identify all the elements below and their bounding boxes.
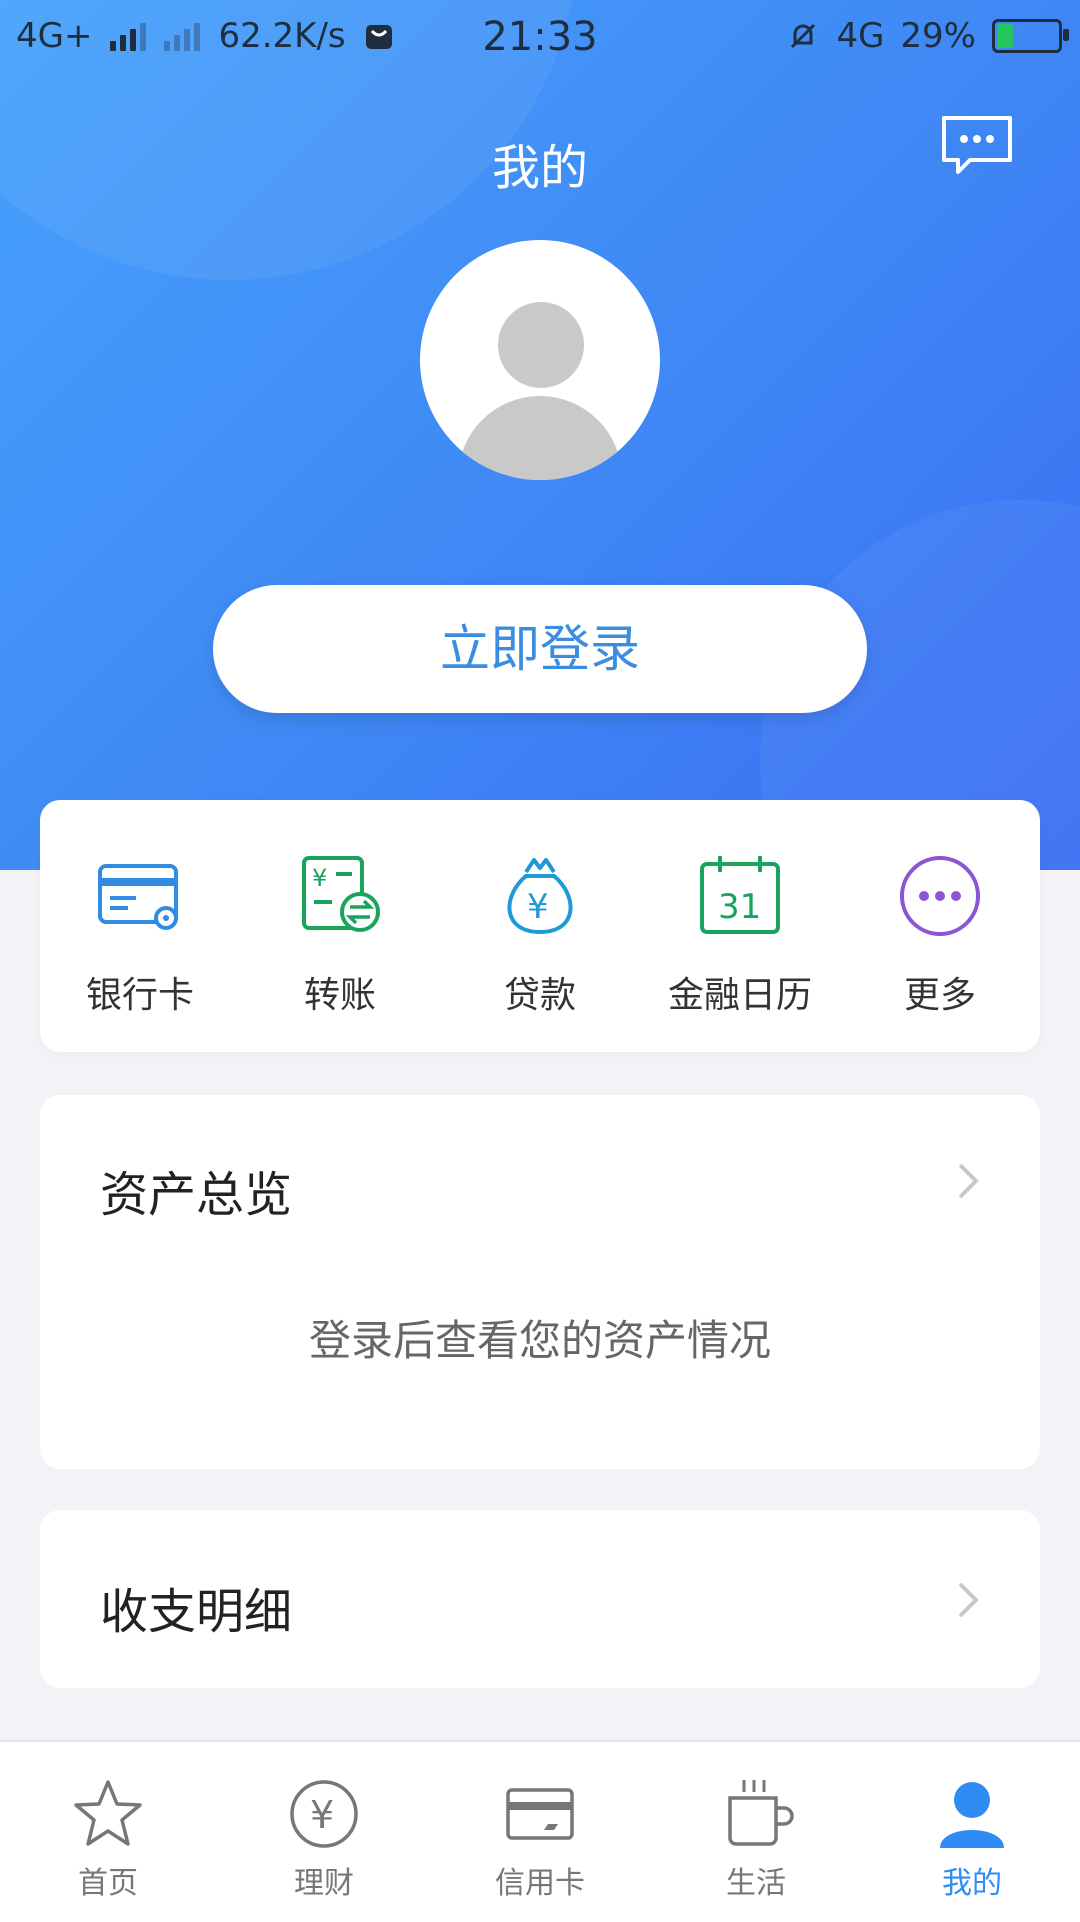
star-icon	[74, 1780, 142, 1846]
coffee-cup-icon	[728, 1780, 794, 1846]
tab-label: 信用卡	[495, 1866, 585, 1901]
quick-actions-card: 银行卡 ¥ 转账 ¥ 贷款 31 金融日历 更多	[40, 800, 1040, 1052]
asset-overview-note: 登录后查看您的资产情况	[308, 1316, 771, 1365]
tab-label: 理财	[294, 1866, 354, 1901]
quick-action-label: 更多	[903, 975, 976, 1016]
network-type-2: 4G	[836, 16, 885, 56]
chevron-right-icon	[958, 1582, 979, 1618]
tab-label: 我的	[942, 1866, 1002, 1901]
transfer-icon: ¥	[302, 856, 380, 932]
chevron-right-icon	[958, 1163, 979, 1199]
svg-text:¥: ¥	[312, 864, 327, 892]
quick-action-loan[interactable]: ¥ 贷款	[460, 852, 620, 1018]
person-icon	[940, 1782, 1004, 1848]
quick-action-bank-card[interactable]: 银行卡	[60, 852, 220, 1018]
tab-wealth[interactable]: ¥ 理财	[216, 1742, 432, 1922]
svg-text:¥: ¥	[527, 887, 549, 927]
status-bar: 4G+ 62.2K/s 21:33 4G 29%	[0, 0, 1080, 72]
bank-card-icon	[98, 864, 178, 930]
tab-life[interactable]: 生活	[648, 1742, 864, 1922]
asset-overview-title: 资产总览	[100, 1167, 293, 1223]
quick-action-more[interactable]: 更多	[860, 852, 1020, 1018]
calendar-icon: 31	[700, 856, 780, 934]
income-expense-card[interactable]: 收支明细	[40, 1510, 1040, 1688]
tab-home[interactable]: 首页	[0, 1742, 216, 1922]
more-icon	[900, 856, 980, 936]
quick-action-label: 金融日历	[667, 975, 812, 1016]
battery-percent: 29%	[900, 16, 976, 56]
quick-action-calendar[interactable]: 31 金融日历	[660, 852, 820, 1018]
credit-card-icon	[506, 1788, 574, 1840]
battery-icon	[992, 19, 1069, 53]
calendar-day: 31	[718, 887, 761, 927]
quick-action-label: 转账	[303, 975, 376, 1016]
default-avatar-icon[interactable]	[420, 240, 660, 480]
tab-credit-card[interactable]: 信用卡	[432, 1742, 648, 1922]
quick-action-transfer[interactable]: ¥ 转账	[260, 852, 420, 1018]
profile-header: 4G+ 62.2K/s 21:33 4G 29% 我的 立即登录	[0, 0, 1080, 870]
yen-coin-icon: ¥	[290, 1780, 358, 1848]
bottom-tab-bar: 首页 ¥ 理财 信用卡 生活 我的	[0, 1740, 1080, 1922]
chat-bubble-icon[interactable]	[940, 114, 1014, 178]
login-button[interactable]: 立即登录	[213, 585, 867, 713]
quick-action-label: 贷款	[503, 975, 576, 1016]
mute-bell-icon	[791, 23, 816, 49]
tab-label: 生活	[726, 1866, 786, 1901]
svg-text:¥: ¥	[310, 1793, 334, 1837]
tab-mine[interactable]: 我的	[864, 1742, 1080, 1922]
loan-bag-icon: ¥	[507, 858, 573, 935]
tab-label: 首页	[78, 1866, 138, 1901]
asset-overview-card[interactable]: 资产总览 登录后查看您的资产情况	[40, 1095, 1040, 1469]
quick-action-label: 银行卡	[85, 975, 194, 1016]
page-title: 我的	[491, 140, 588, 196]
income-expense-title: 收支明细	[100, 1584, 293, 1640]
